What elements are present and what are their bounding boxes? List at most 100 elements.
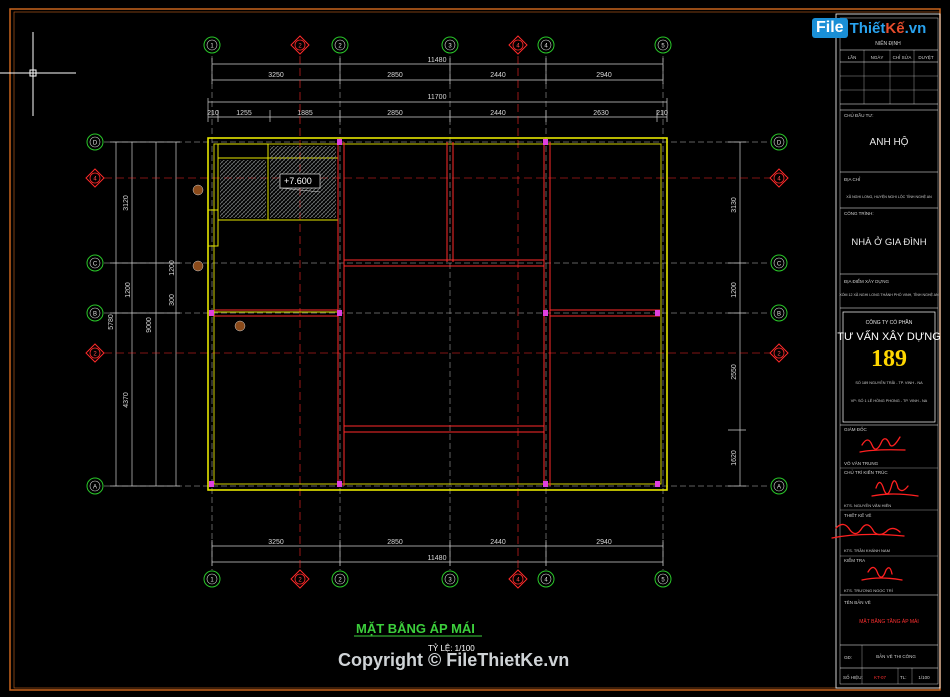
company-number: 189 xyxy=(871,346,907,372)
svg-text:SỐ HIỆU:: SỐ HIỆU: xyxy=(843,673,863,680)
right-dimension-lines xyxy=(728,141,746,487)
svg-text:4: 4 xyxy=(516,578,520,584)
svg-text:4370: 4370 xyxy=(123,392,130,408)
dim-top-1: 3250 xyxy=(268,72,284,79)
axis-bubble-5: 5 xyxy=(654,36,672,54)
svg-text:3120: 3120 xyxy=(123,195,130,211)
svg-text:1255: 1255 xyxy=(236,110,252,117)
svg-text:1: 1 xyxy=(210,578,214,584)
svg-text:2: 2 xyxy=(777,352,781,358)
dim-top-total-2: 11700 xyxy=(428,94,447,101)
svg-text:3: 3 xyxy=(448,578,452,584)
axis-bubble-right-C: C xyxy=(770,254,788,272)
svg-text:GĐ:: GĐ: xyxy=(844,655,852,660)
svg-text:CHỦ TRÌ KIẾN TRÚC: CHỦ TRÌ KIẾN TRÚC xyxy=(844,469,888,475)
axis-bubble-bottom-2: 2 xyxy=(331,570,349,588)
elevation-label: +7.600 xyxy=(284,176,312,186)
svg-text:KTS. TRẦN KHÁNH NAM: KTS. TRẦN KHÁNH NAM xyxy=(844,548,890,553)
svg-text:4: 4 xyxy=(544,578,548,584)
svg-text:CHỈ SỬA: CHỈ SỬA xyxy=(893,54,912,60)
axis-bubble-1: 1 xyxy=(203,36,221,54)
axis-bubble-bottom-5: 5 xyxy=(654,570,672,588)
svg-text:KIỂM TRA: KIỂM TRA xyxy=(844,557,865,563)
svg-text:SỐ 189 NGUYỄN TRÃI - TP. VINH: SỐ 189 NGUYỄN TRÃI - TP. VINH - NA xyxy=(855,380,923,385)
svg-text:THIẾT KẾ VẼ: THIẾT KẾ VẼ xyxy=(844,512,871,518)
svg-text:ĐỊA ĐIỂM XÂY DỰNG: ĐỊA ĐIỂM XÂY DỰNG xyxy=(844,278,890,284)
red-axis-bottom-0: 2 xyxy=(290,569,310,589)
svg-text:4: 4 xyxy=(544,44,548,50)
svg-text:KTS. NGUYỄN VĂN HIÊN: KTS. NGUYỄN VĂN HIÊN xyxy=(844,503,891,508)
svg-text:KT-07: KT-07 xyxy=(874,675,887,680)
svg-text:1620: 1620 xyxy=(731,450,738,466)
dim-top-3: 2440 xyxy=(490,72,506,79)
axis-bubble-left-D: D xyxy=(86,133,104,151)
svg-text:4: 4 xyxy=(93,177,97,183)
svg-text:1200: 1200 xyxy=(125,282,132,298)
red-axis-right-1: 2 xyxy=(769,343,789,363)
svg-text:1: 1 xyxy=(210,44,214,50)
drawing-title: MẶT BẰNG ÁP MÁI xyxy=(356,621,475,636)
copyright-watermark: Copyright © FileThietKe.vn xyxy=(338,650,570,670)
red-axis-right-0: 4 xyxy=(769,168,789,188)
svg-text:2: 2 xyxy=(338,44,342,50)
axis-bubble-left-A: A xyxy=(86,477,104,495)
red-axis-top-1: 4 xyxy=(508,35,528,55)
svg-text:C: C xyxy=(777,262,782,268)
svg-text:2550: 2550 xyxy=(731,364,738,380)
svg-text:210: 210 xyxy=(207,110,219,117)
axis-bubble-4: 4 xyxy=(537,36,555,54)
svg-text:5: 5 xyxy=(661,44,665,50)
svg-text:TÊN BẢN VẼ: TÊN BẢN VẼ xyxy=(844,598,871,605)
bottom-dim-text: 3250 2850 2440 2940 11480 xyxy=(268,539,612,562)
red-axis-top-0: 2 xyxy=(290,35,310,55)
bottom-axis-bubbles: 1 2 3 4 5 2 4 xyxy=(203,569,672,589)
svg-text:2: 2 xyxy=(298,578,302,584)
axis-bubble-2: 2 xyxy=(331,36,349,54)
top-dim-text: 3250 2850 2440 2940 11480 11700 210 1255… xyxy=(207,57,668,117)
axis-bubble-3: 3 xyxy=(441,36,459,54)
svg-text:2630: 2630 xyxy=(593,110,609,117)
svg-text:9000: 9000 xyxy=(146,317,153,333)
svg-text:210: 210 xyxy=(656,110,668,117)
right-dim-text: 3130 1200 2550 1620 xyxy=(731,197,738,466)
svg-text:CÔNG TRÌNH:: CÔNG TRÌNH: xyxy=(844,210,874,216)
svg-text:B: B xyxy=(93,312,97,318)
red-axis-left-1: 2 xyxy=(85,343,105,363)
svg-text:11480: 11480 xyxy=(428,555,447,562)
svg-text:CÔNG TY CỔ PHẦN: CÔNG TY CỔ PHẦN xyxy=(866,319,913,326)
dim-top-total: 11480 xyxy=(428,57,447,64)
svg-text:D: D xyxy=(93,141,98,147)
svg-text:A: A xyxy=(93,485,97,491)
owner-name: ANH HỘ xyxy=(870,135,909,148)
svg-text:2850: 2850 xyxy=(387,539,403,546)
svg-text:1200: 1200 xyxy=(169,260,176,276)
left-dimension-lines xyxy=(110,141,180,487)
filethietke-logo: File ThiếtKế.vn xyxy=(812,14,942,42)
svg-text:KTS. TRƯƠNG NGỌC TRÍ: KTS. TRƯƠNG NGỌC TRÍ xyxy=(844,588,894,593)
svg-text:4: 4 xyxy=(516,44,520,50)
axis-bubble-bottom-1: 1 xyxy=(203,570,221,588)
svg-text:2940: 2940 xyxy=(596,539,612,546)
axis-bubble-left-C: C xyxy=(86,254,104,272)
sheet-frame-outer xyxy=(9,8,941,691)
project-name: NHÀ Ở GIA ĐÌNH xyxy=(851,236,926,248)
svg-text:5: 5 xyxy=(661,578,665,584)
svg-text:VÕ VĂN TRUNG: VÕ VĂN TRUNG xyxy=(844,460,879,466)
svg-text:GIÁM ĐỐC: GIÁM ĐỐC xyxy=(844,426,868,432)
svg-text:3250: 3250 xyxy=(268,539,284,546)
svg-text:A: A xyxy=(777,485,781,491)
svg-text:VP: SỐ 1 LÊ HỒNG PHONG - TP. V: VP: SỐ 1 LÊ HỒNG PHONG - TP. VINH - NA xyxy=(851,398,928,403)
grid-axis-lines xyxy=(104,56,770,570)
left-axis-bubbles: D C B A 4 2 xyxy=(85,133,105,495)
svg-text:NGÀY: NGÀY xyxy=(871,54,884,60)
svg-text:LẦN: LẦN xyxy=(848,54,857,60)
red-axis-left-0: 4 xyxy=(85,168,105,188)
svg-text:4: 4 xyxy=(777,177,781,183)
dim-top-4: 2940 xyxy=(596,72,612,79)
svg-text:BẢN VẼ THI CÔNG: BẢN VẼ THI CÔNG xyxy=(876,653,916,659)
svg-text:5780: 5780 xyxy=(108,314,115,330)
svg-text:2850: 2850 xyxy=(387,110,403,117)
company-name: TƯ VẤN XÂY DỰNG xyxy=(837,330,941,343)
svg-text:XÃ NGHI LONG, HUYỆN NGHI LỘC T: XÃ NGHI LONG, HUYỆN NGHI LỘC TỈNH NGHỆ A… xyxy=(846,194,932,199)
svg-text:1200: 1200 xyxy=(731,282,738,298)
